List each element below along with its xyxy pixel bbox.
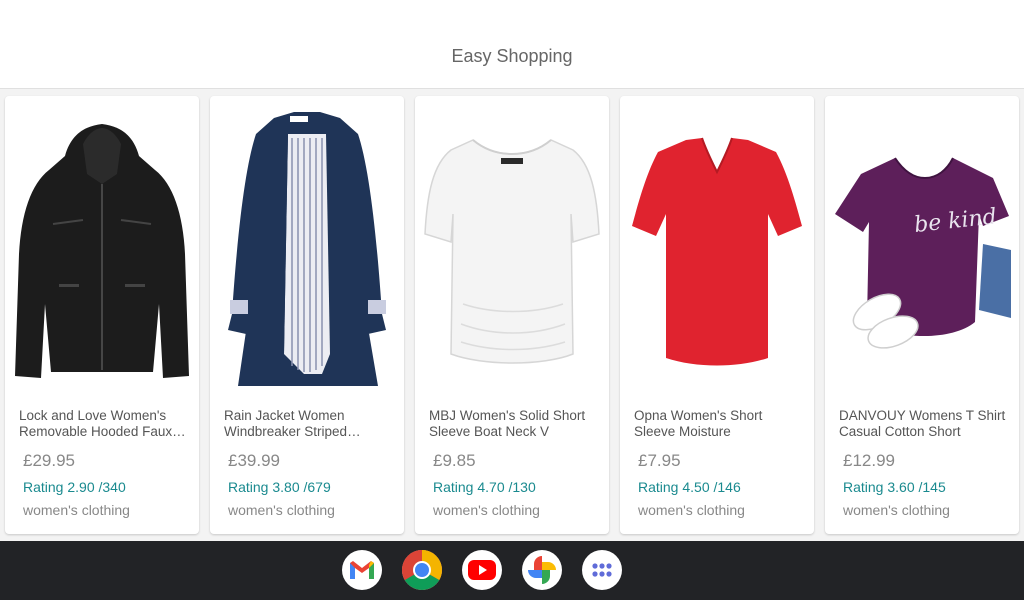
product-name: Lock and Love Women's Removable Hooded F… (19, 408, 173, 439)
product-image-black-leather-jacket (15, 124, 189, 378)
product-image-navy-rain-jacket (228, 112, 386, 386)
app-bar: Easy Shopping (0, 0, 1024, 89)
product-category: women's clothing (433, 502, 540, 518)
product-rating: Rating 4.50 /146 (638, 479, 741, 495)
product-rating: Rating 3.80 /679 (228, 479, 331, 495)
product-price: £29.95 (23, 451, 75, 470)
product-card[interactable]: be kind DANVOUY Womens T Shirt Casual Co… (825, 96, 1019, 534)
chrome-icon[interactable] (402, 550, 442, 590)
product-card[interactable]: Lock and Love Women's Removable Hooded F… (5, 96, 199, 534)
app-title: Easy Shopping (451, 46, 573, 66)
product-price: £9.85 (433, 451, 476, 470)
product-card[interactable]: Rain Jacket Women Windbreaker Striped Cl… (210, 96, 404, 534)
product-price: £39.99 (228, 451, 280, 470)
product-name: DANVOUY Womens T Shirt Casual Cotton Sho… (839, 408, 1006, 439)
product-name: MBJ Women's Solid Short Sleeve Boat Neck… (429, 408, 586, 439)
product-rating: Rating 4.70 /130 (433, 479, 536, 495)
product-category: women's clothing (23, 502, 130, 518)
gmail-icon[interactable] (342, 550, 382, 590)
product-category: women's clothing (228, 502, 335, 518)
photos-icon[interactable] (522, 550, 562, 590)
product-card[interactable]: Opna Women's Short Sleeve Moisture £7.95… (620, 96, 814, 534)
product-card[interactable]: MBJ Women's Solid Short Sleeve Boat Neck… (415, 96, 609, 534)
system-shelf (0, 541, 1024, 600)
app-launcher-icon[interactable] (582, 550, 622, 590)
product-name: Rain Jacket Women Windbreaker Striped Cl… (224, 408, 348, 439)
product-image-purple-be-kind-tshirt: be kind (835, 157, 1011, 349)
product-name: Opna Women's Short Sleeve Moisture (634, 408, 763, 439)
product-category: women's clothing (843, 502, 950, 518)
product-rating: Rating 2.90 /340 (23, 479, 126, 495)
product-image-red-tshirt (632, 137, 802, 366)
product-grid: Lock and Love Women's Removable Hooded F… (0, 89, 1024, 541)
product-price: £12.99 (843, 451, 895, 470)
product-price: £7.95 (638, 451, 681, 470)
product-image-white-top (424, 139, 600, 364)
product-rating: Rating 3.60 /145 (843, 479, 946, 495)
youtube-icon[interactable] (462, 550, 502, 590)
product-category: women's clothing (638, 502, 745, 518)
